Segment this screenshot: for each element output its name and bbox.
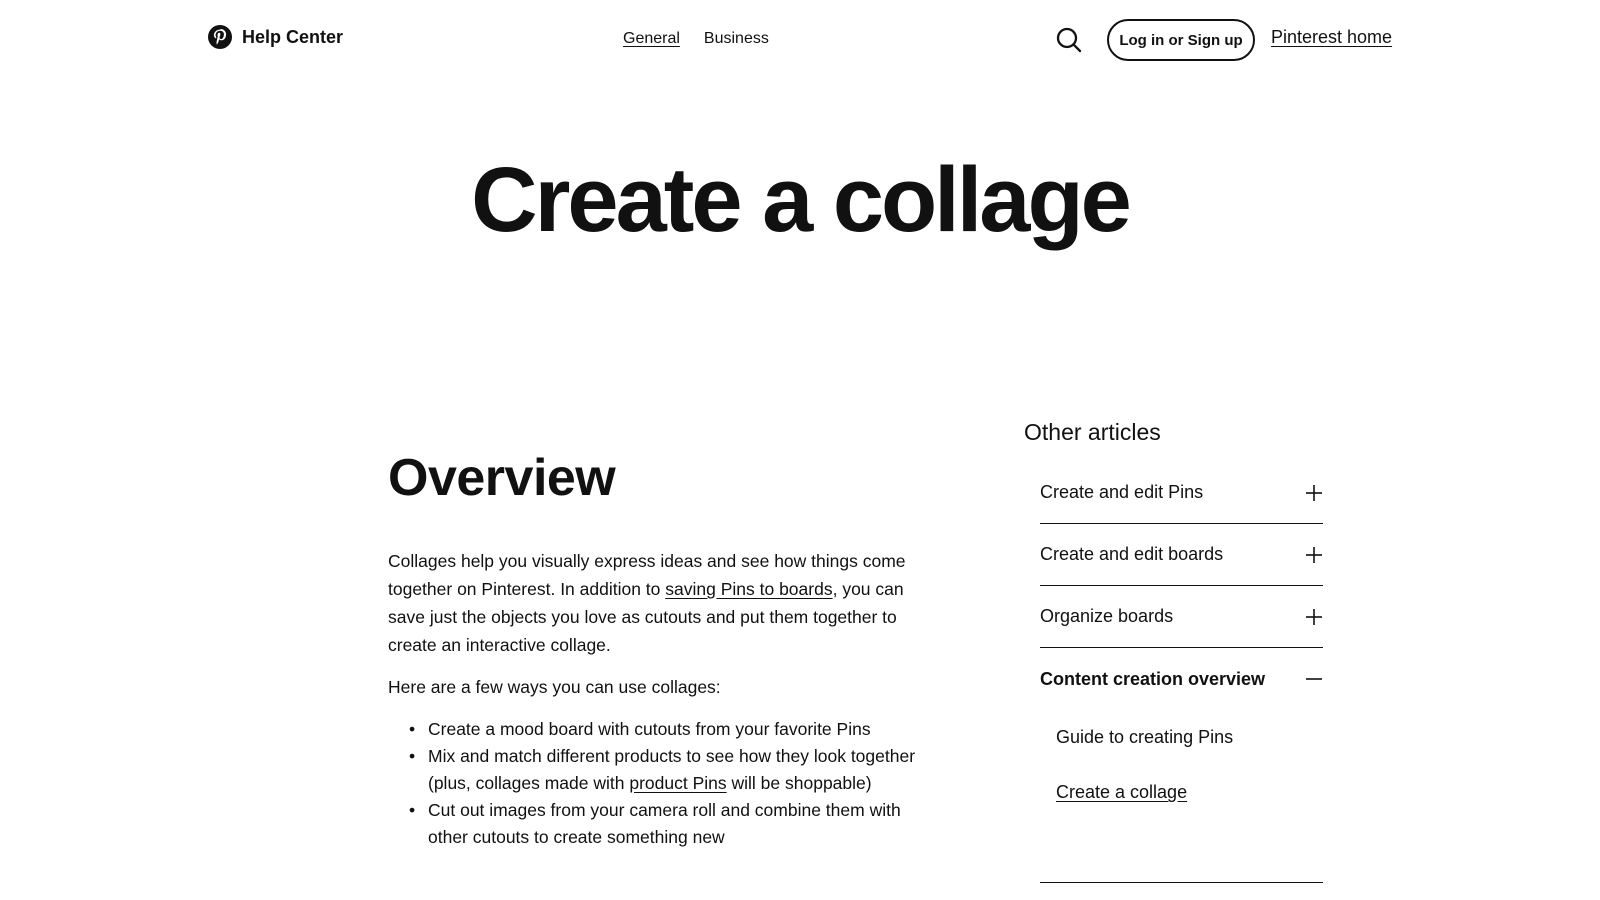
accordion-item-label: Create and edit boards — [1040, 544, 1224, 564]
search-icon[interactable] — [1055, 26, 1083, 54]
other-articles-accordion: Create and edit Pins Create and edit boa… — [1040, 462, 1323, 820]
list-item-text-end: will be shoppable) — [726, 773, 872, 793]
product-pins-link[interactable]: product Pins — [629, 773, 726, 793]
uses-list: Create a mood board with cutouts from yo… — [388, 716, 940, 851]
list-item: Create a mood board with cutouts from yo… — [388, 716, 940, 743]
pinterest-home-link[interactable]: Pinterest home — [1271, 27, 1392, 48]
top-header: Help Center General Business Log in or S… — [0, 0, 1600, 80]
nav-general[interactable]: General — [623, 30, 680, 48]
accordion-item-content-creation-overview[interactable]: Content creation overview — [1040, 648, 1323, 710]
intro-paragraph: Collages help you visually express ideas… — [388, 547, 940, 659]
accordion-item-organize-boards[interactable]: Organize boards — [1040, 586, 1323, 648]
accordion-item-create-edit-boards[interactable]: Create and edit boards — [1040, 524, 1323, 586]
sub-article-label: Create a collage — [1056, 782, 1188, 802]
minus-icon — [1306, 678, 1322, 680]
accordion-item-label: Create and edit Pins — [1040, 482, 1204, 502]
accordion-divider — [1040, 882, 1323, 883]
uses-intro-paragraph: Here are a few ways you can use collages… — [388, 677, 721, 697]
login-signup-button[interactable]: Log in or Sign up — [1107, 19, 1255, 61]
sub-article-create-a-collage[interactable]: Create a collage — [1056, 765, 1323, 820]
plus-icon — [1306, 608, 1322, 625]
overview-heading: Overview — [388, 449, 616, 507]
accordion-item-label: Organize boards — [1040, 606, 1174, 626]
main-nav: General Business — [623, 30, 769, 48]
other-articles-heading: Other articles — [1024, 419, 1161, 445]
pinterest-logo-icon — [208, 25, 232, 49]
accordion-sub-list: Guide to creating Pins Create a collage — [1040, 710, 1323, 820]
brand-name: Help Center — [242, 26, 344, 47]
accordion-item-label: Content creation overview — [1040, 668, 1266, 689]
sub-article-label: Guide to creating Pins — [1056, 727, 1234, 747]
plus-icon — [1306, 484, 1322, 501]
help-center-home-link[interactable]: Help Center — [208, 25, 343, 49]
accordion-item-create-edit-pins[interactable]: Create and edit Pins — [1040, 462, 1323, 524]
sub-article-guide-to-creating-pins[interactable]: Guide to creating Pins — [1056, 710, 1323, 765]
list-item: Mix and match different products to see … — [388, 743, 940, 797]
page-title: Create a collage — [471, 149, 1132, 251]
plus-icon — [1306, 546, 1322, 563]
saving-pins-to-boards-link[interactable]: saving Pins to boards — [665, 579, 832, 599]
list-item: Cut out images from your camera roll and… — [388, 797, 940, 851]
nav-business[interactable]: Business — [704, 30, 769, 48]
